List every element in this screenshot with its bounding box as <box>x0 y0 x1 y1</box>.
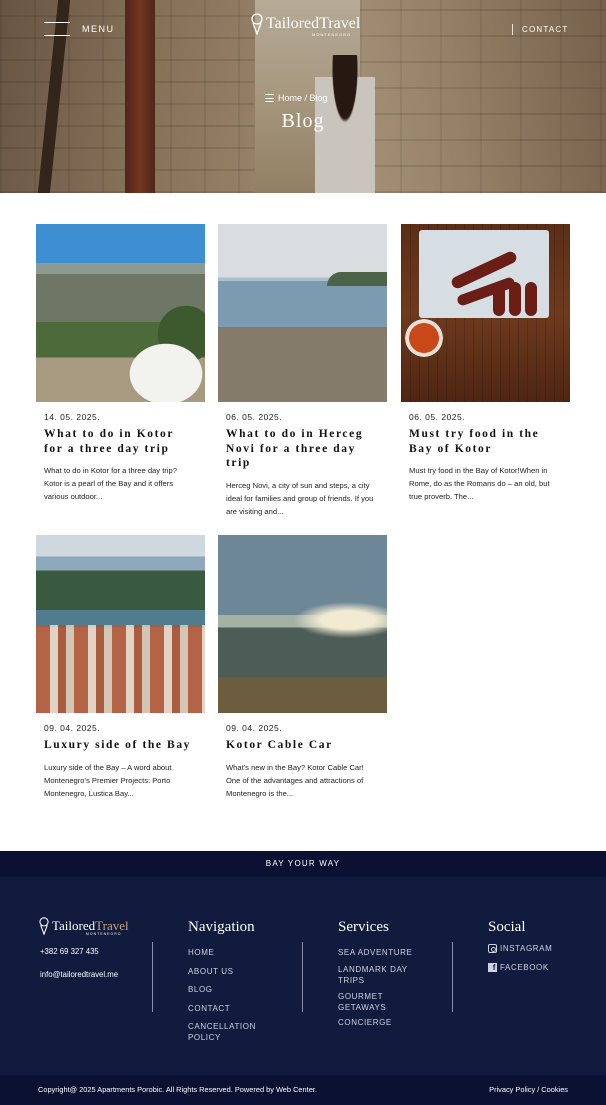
services-heading: Services <box>338 919 389 935</box>
blog-card-title[interactable]: Must try food in the Bay of Kotor <box>409 427 562 456</box>
blog-card-excerpt: Must try food in the Bay of Kotor!When i… <box>409 466 550 501</box>
menu-label: MENU <box>82 24 115 34</box>
footer-brand-subtitle: MONTENEGRO <box>86 932 122 936</box>
footer-phone[interactable]: +382 69 327 435 <box>40 947 99 956</box>
hero-banner: MENU TailoredTravel MONTENEGRO CONTACT H… <box>0 0 606 193</box>
breadcrumb-text[interactable]: Home / Blog <box>278 93 328 103</box>
hamburger-icon <box>44 22 70 36</box>
blog-card-image[interactable] <box>218 535 387 713</box>
blog-card-image[interactable] <box>36 224 205 402</box>
blog-card-excerpt: What's new in the Bay? Kotor Cable Car! … <box>226 762 364 798</box>
social-heading: Social <box>488 919 526 935</box>
footer: TailoredTravel MONTENEGRO +382 69 327 43… <box>0 877 606 1075</box>
blog-card[interactable]: 06. 05. 2025. Must try food in the Bay o… <box>401 224 570 503</box>
divider <box>452 942 453 1012</box>
contact-link[interactable]: CONTACT <box>512 24 568 35</box>
blog-card-date: 09. 04. 2025. <box>44 723 101 733</box>
facebook-icon: f <box>488 963 497 972</box>
blog-card-date: 06. 05. 2025. <box>226 412 283 422</box>
copyright-text: Copyright@ 2025 Apartments Porobic. All … <box>38 1085 317 1094</box>
page-title: Blog <box>281 110 325 132</box>
location-pin-icon <box>251 13 263 35</box>
footer-brand-part-1: Tailored <box>52 918 96 933</box>
breadcrumb: Home / Blog <box>265 93 328 103</box>
footer-link-gourmet-getaways[interactable]: GOURMET GETAWAYS <box>338 991 398 1013</box>
blog-card[interactable]: 14. 05. 2025. What to do in Kotor for a … <box>36 224 205 503</box>
blog-card[interactable]: 09. 04. 2025. Kotor Cable Car What's new… <box>218 535 387 800</box>
brand-name: TailoredTravel <box>266 16 360 32</box>
blog-card-image[interactable] <box>218 224 387 402</box>
blog-card-date: 09. 04. 2025. <box>226 723 283 733</box>
breadcrumb-menu-icon <box>265 94 274 102</box>
blog-card-title[interactable]: What to do in Herceg Novi for a three da… <box>226 427 379 471</box>
brand-part-2: Travel <box>319 15 361 32</box>
footer-brand-part-2: Travel <box>95 918 129 933</box>
blog-card[interactable]: 06. 05. 2025. What to do in Herceg Novi … <box>218 224 387 518</box>
blog-card-title[interactable]: What to do in Kotor for a three day trip <box>44 427 197 456</box>
copyright-bar: Copyright@ 2025 Apartments Porobic. All … <box>0 1075 606 1105</box>
blog-card[interactable]: 09. 04. 2025. Luxury side of the Bay Lux… <box>36 535 205 800</box>
brand-subtitle: MONTENEGRO <box>312 32 352 37</box>
navigation-heading: Navigation <box>188 919 255 935</box>
instagram-link[interactable]: INSTAGRAM <box>488 944 552 953</box>
footer-link-blog[interactable]: BLOG <box>188 984 213 995</box>
brand-part-1: Tailored <box>266 15 320 32</box>
footer-logo[interactable]: TailoredTravel MONTENEGRO <box>38 917 129 936</box>
blog-card-excerpt: Herceg Novi, a city of sun and steps, a … <box>226 480 374 516</box>
blog-card-excerpt: Luxury side of the Bay – A word about Mo… <box>44 762 172 798</box>
divider <box>302 942 303 1012</box>
footer-link-about-us[interactable]: ABOUT US <box>188 966 234 977</box>
footer-email[interactable]: info@tailoredtravel.me <box>40 970 118 979</box>
blog-card-image[interactable] <box>401 224 570 402</box>
footer-link-contact[interactable]: CONTACT <box>188 1003 230 1014</box>
blog-card-image[interactable] <box>36 535 205 713</box>
facebook-label: FACEBOOK <box>500 963 549 972</box>
footer-link-cancellation-policy[interactable]: CANCELLATION POLICY <box>188 1021 278 1043</box>
blog-card-excerpt: What to do in Kotor for a three day trip… <box>44 466 177 501</box>
privacy-cookies-link[interactable]: Privacy Policy / Cookies <box>489 1085 568 1094</box>
footer-link-home[interactable]: HOME <box>188 947 214 958</box>
tagline-banner: BAY YOUR WAY <box>0 851 606 877</box>
instagram-icon <box>488 944 497 953</box>
location-pin-icon <box>39 917 49 935</box>
divider <box>152 942 153 1012</box>
facebook-link[interactable]: f FACEBOOK <box>488 963 549 972</box>
instagram-label: INSTAGRAM <box>500 944 553 953</box>
menu-button[interactable]: MENU <box>44 22 115 36</box>
blog-card-title[interactable]: Kotor Cable Car <box>226 738 379 753</box>
footer-link-concierge[interactable]: CONCIERGE <box>338 1017 392 1028</box>
site-logo[interactable]: TailoredTravel MONTENEGRO <box>250 13 360 37</box>
blog-card-title[interactable]: Luxury side of the Bay <box>44 738 197 753</box>
footer-link-sea-adventure[interactable]: SEA ADVENTURE <box>338 947 413 958</box>
blog-card-date: 14. 05. 2025. <box>44 412 101 422</box>
blog-card-date: 06. 05. 2025. <box>409 412 466 422</box>
footer-link-landmark-day-trips[interactable]: LANDMARK DAY TRIPS <box>338 964 418 986</box>
